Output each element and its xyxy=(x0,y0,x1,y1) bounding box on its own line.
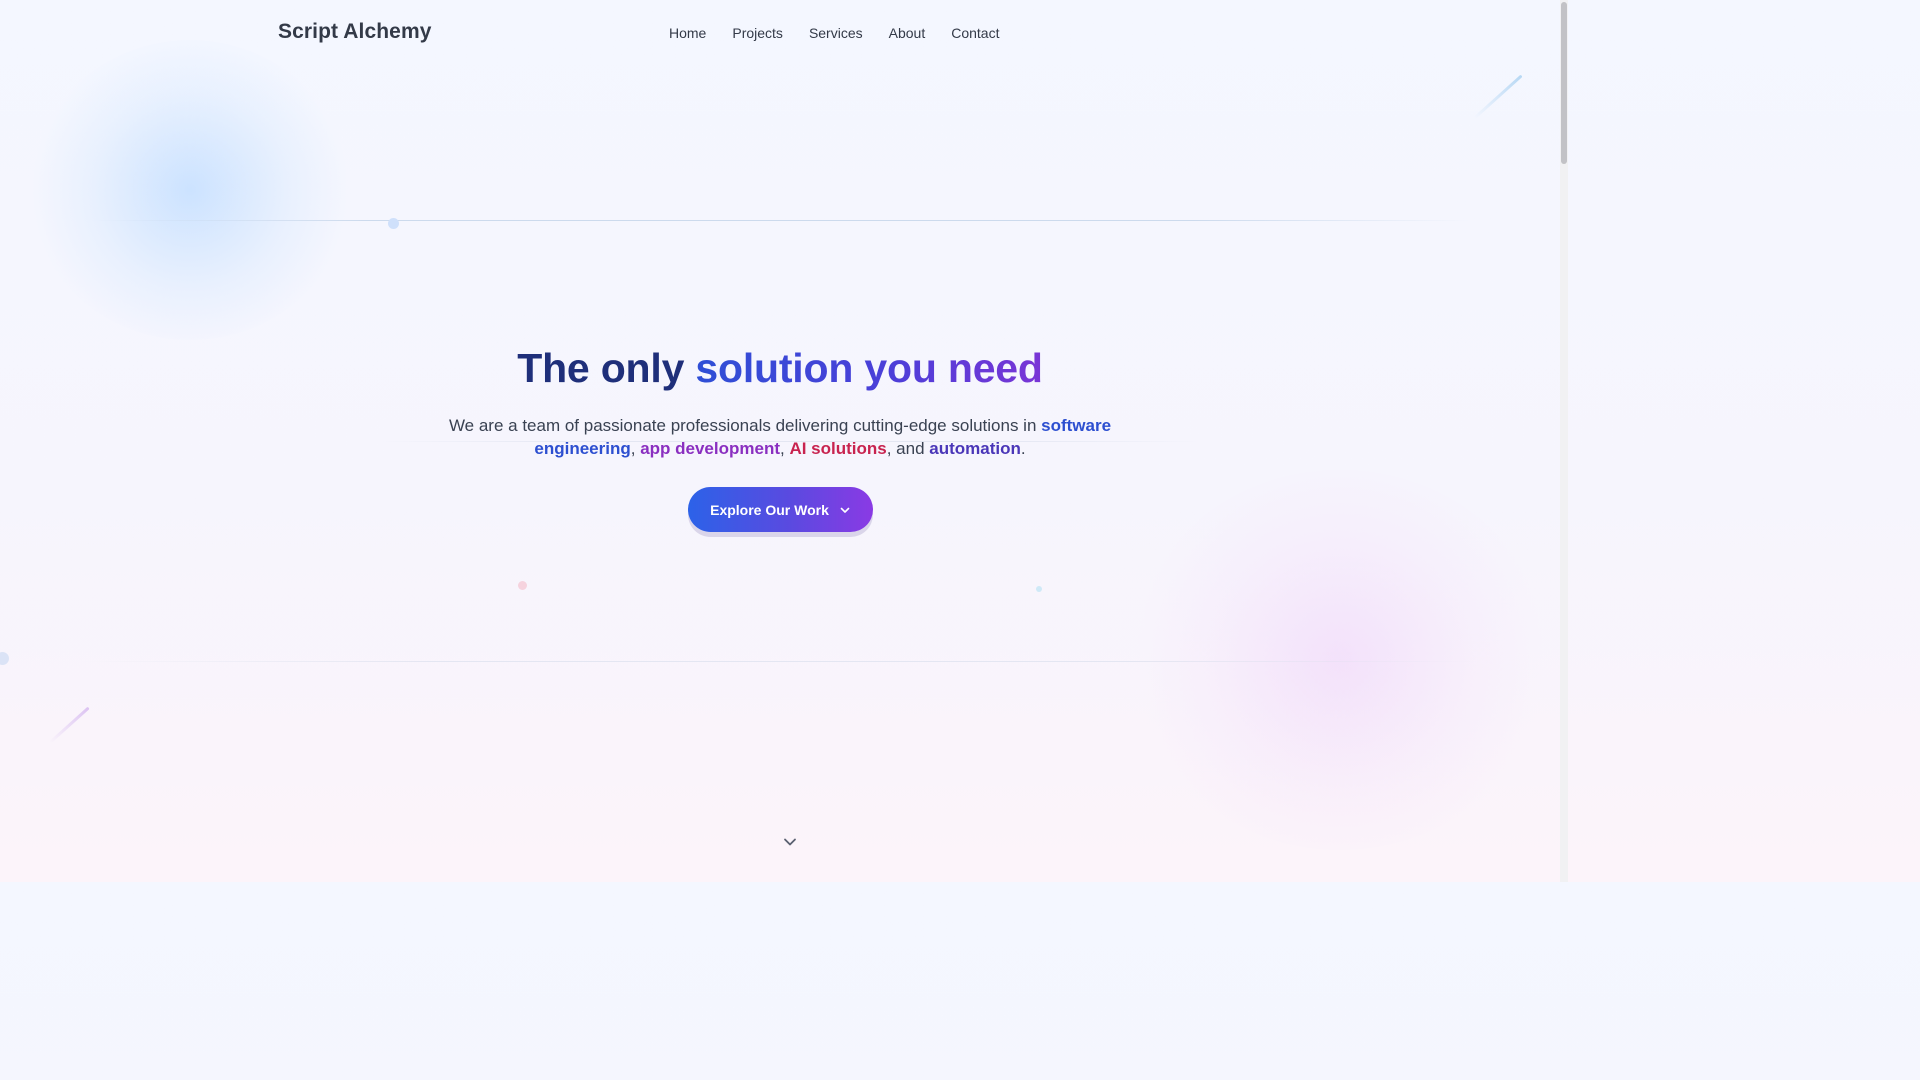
nav-projects[interactable]: Projects xyxy=(732,25,783,41)
decorative-dot xyxy=(1036,586,1042,592)
background-glow-blue xyxy=(30,40,350,340)
separator: , and xyxy=(886,439,930,458)
decorative-dot xyxy=(388,218,399,229)
hero-subtitle: We are a team of passionate professional… xyxy=(420,414,1140,460)
sentence-end: . xyxy=(1020,439,1026,458)
decorative-streak xyxy=(1472,74,1523,120)
separator: , xyxy=(630,439,641,458)
hero-title: The only solution you need xyxy=(0,343,1560,393)
nav-about[interactable]: About xyxy=(889,25,926,41)
decorative-line-top xyxy=(90,220,1470,221)
background-glow-pink xyxy=(1130,470,1550,850)
nav-services[interactable]: Services xyxy=(809,25,863,41)
hero-title-highlight: solution you need xyxy=(695,345,1043,391)
hero-subtitle-intro: We are a team of passionate professional… xyxy=(448,416,1042,435)
page-scrollbar[interactable] xyxy=(1560,0,1568,882)
scroll-down-chevron-icon[interactable] xyxy=(782,834,798,850)
hero-title-lead: The only xyxy=(517,345,696,391)
keyword-automation: automation xyxy=(929,439,1021,458)
chevron-down-icon xyxy=(839,504,851,516)
explore-our-work-label: Explore Our Work xyxy=(710,501,829,518)
decorative-dot xyxy=(0,652,9,665)
main-nav: Home Projects Services About Contact xyxy=(669,25,1025,41)
page: Script Alchemy Home Projects Services Ab… xyxy=(0,0,1560,882)
scrollbar-thumb[interactable] xyxy=(1561,2,1567,164)
explore-our-work-button[interactable]: Explore Our Work xyxy=(688,487,873,532)
decorative-streak xyxy=(48,706,90,744)
nav-home[interactable]: Home xyxy=(669,25,706,41)
nav-contact[interactable]: Contact xyxy=(951,25,999,41)
keyword-ai-solutions: AI solutions xyxy=(789,439,887,458)
decorative-dot xyxy=(518,581,527,590)
decorative-line-bottom xyxy=(80,661,1480,662)
site-logo[interactable]: Script Alchemy xyxy=(278,20,432,44)
keyword-app-development: app development xyxy=(640,439,780,458)
